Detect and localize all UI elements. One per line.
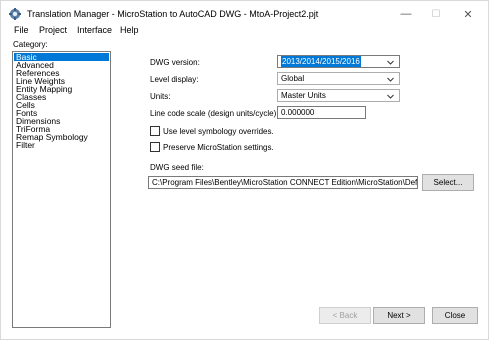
seed-file-label: DWG seed file: [150,163,204,172]
chevron-down-icon [387,77,394,82]
menu-help[interactable]: Help [120,25,139,35]
level-display-label: Level display: [150,75,199,84]
menu-project[interactable]: Project [39,25,67,35]
units-label: Units: [150,92,171,101]
use-level-symbology-label: Use level symbology overrides. [163,127,274,136]
minimize-button[interactable]: — [391,5,421,23]
dialog-window: Translation Manager - MicroStation to Au… [0,0,489,340]
chevron-down-icon [387,60,394,65]
select-seed-button[interactable]: Select... [422,174,474,191]
menu-bar: File Project Interface Help [1,25,488,39]
category-label: Category: [13,40,48,49]
window-title: Translation Manager - MicroStation to Au… [27,9,319,19]
back-button[interactable]: < Back [319,307,371,324]
line-code-scale-input[interactable]: 0.000000 [277,106,366,119]
units-select[interactable]: Master Units [277,89,400,102]
seed-file-input[interactable]: C:\Program Files\Bentley\MicroStation CO… [148,176,418,189]
title-bar[interactable]: Translation Manager - MicroStation to Au… [1,1,488,27]
units-value: Master Units [281,91,326,100]
gear-app-icon [9,8,21,20]
close-button[interactable]: Close [432,307,478,324]
menu-interface[interactable]: Interface [77,25,112,35]
next-button[interactable]: Next > [373,307,425,324]
dwg-version-value: 2013/2014/2015/2016 [281,56,361,67]
use-level-symbology-checkbox[interactable] [150,126,160,136]
close-window-button[interactable]: ✕ [453,5,483,23]
menu-file[interactable]: File [14,25,29,35]
dwg-version-label: DWG version: [150,58,200,67]
chevron-down-icon [387,94,394,99]
preserve-settings-checkbox[interactable] [150,142,160,152]
preserve-settings-label: Preserve MicroStation settings. [163,143,274,152]
maximize-button[interactable]: ☐ [421,5,451,23]
dwg-version-select[interactable]: 2013/2014/2015/2016 [277,55,400,68]
category-list[interactable]: Basic Advanced References Line Weights E… [12,51,111,328]
category-item-filter[interactable]: Filter [14,141,109,150]
line-code-scale-label: Line code scale (design units/cycle): [150,109,279,118]
level-display-value: Global [281,74,305,83]
level-display-select[interactable]: Global [277,72,400,85]
